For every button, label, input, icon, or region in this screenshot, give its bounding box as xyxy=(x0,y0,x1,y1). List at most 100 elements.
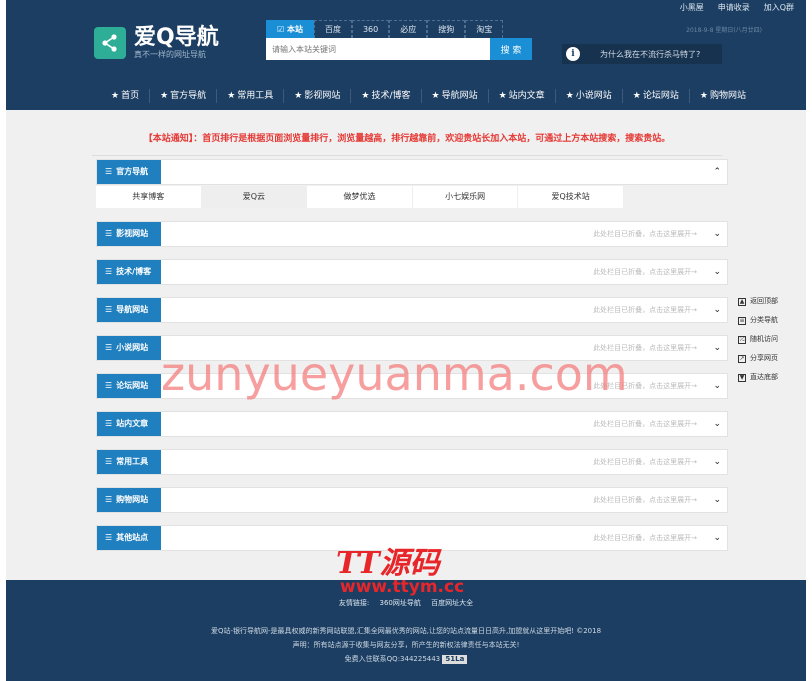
nav-item-directory[interactable]: ★ 导航网站 xyxy=(422,89,489,103)
section-official[interactable]: ☰ 官方导航 ⌃ xyxy=(96,159,728,185)
section-video[interactable]: ☰ 影视网站 此处栏目已折叠，点击这里展开→ ⌄ xyxy=(96,221,728,247)
friend-links-label: 友情链接: xyxy=(338,599,370,607)
collapsed-hint: 此处栏目已折叠，点击这里展开→ xyxy=(593,306,697,314)
section-label: ☰ 购物网站 xyxy=(97,488,161,512)
star-icon: ★ xyxy=(294,91,303,101)
search-tab-taobao[interactable]: 淘宝 xyxy=(465,20,504,38)
chevron-down-icon[interactable]: ⌄ xyxy=(713,488,721,512)
list-icon: ☰ xyxy=(105,229,113,238)
collapsed-hint: 此处栏目已折叠，点击这里展开→ xyxy=(593,420,697,428)
topbar-link-blacklist[interactable]: 小黑屋 xyxy=(680,2,704,13)
friend-link[interactable]: 360网址导航 xyxy=(379,599,420,607)
section-directory[interactable]: ☰ 导航网站 此处栏目已折叠，点击这里展开→ ⌄ xyxy=(96,297,728,323)
footer-copyright: 爱Q站-银行导航网-是最具权威的新秀网站联盟,汇集全网最优秀的网站,让您的站点流… xyxy=(6,624,806,666)
watermark: zunyueyuanma.com xyxy=(161,347,628,401)
nav-item-forums[interactable]: ★ 论坛网站 xyxy=(623,89,690,103)
share-icon xyxy=(94,27,126,59)
site-link[interactable]: 做梦优选 xyxy=(307,186,413,208)
share-icon: ↗ xyxy=(738,354,746,363)
section-label: ☰ 导航网站 xyxy=(97,298,161,322)
topbar: 小黑屋 申请收录 加入Q群 xyxy=(680,2,794,13)
search-engine-tabs: ☑ 本站 百度 360 必应 搜狗 淘宝 xyxy=(266,20,536,38)
search-input[interactable] xyxy=(266,38,490,60)
search-box: ☑ 本站 百度 360 必应 搜狗 淘宝 搜 索 xyxy=(266,20,536,60)
section-label: ☰ 官方导航 xyxy=(97,160,161,184)
date-text: 2018-9-8 星期日(八月廿四) xyxy=(686,27,762,34)
nav-item-official[interactable]: ★ 官方导航 xyxy=(150,89,218,103)
main-nav: ★ 首页 ★ 官方导航 ★ 常用工具 ★ 影视网站 ★ 技术/博客 ★ 导航网站 ★ 站内文章… xyxy=(101,89,756,103)
contact-line: 免费入住联系QQ:344225443 51La xyxy=(6,652,806,666)
notice-text: 【本站通知】：首页排行是根据页面浏览量排行，浏览量越高，排行越靠前，欢迎贵站长加… xyxy=(143,134,671,144)
list-icon: ☰ xyxy=(105,457,113,466)
chevron-down-icon[interactable]: ⌄ xyxy=(713,526,721,550)
topbar-link-qgroup[interactable]: 加入Q群 xyxy=(764,2,794,13)
section-label: ☰ 常用工具 xyxy=(97,450,161,474)
section-tools[interactable]: ☰ 常用工具 此处栏目已折叠，点击这里展开→ ⌄ xyxy=(96,449,728,475)
logo[interactable]: 爱Q导航 真不一样的网址导航 xyxy=(94,26,219,60)
topbar-link-apply[interactable]: 申请收录 xyxy=(718,2,750,13)
logo-subtitle: 真不一样的网址导航 xyxy=(134,50,206,59)
site-link[interactable]: 共享博客 xyxy=(96,186,202,208)
section-tech[interactable]: ☰ 技术/博客 此处栏目已折叠，点击这里展开→ ⌄ xyxy=(96,259,728,285)
site-link[interactable]: 爱Q云 xyxy=(201,186,308,208)
random-visit-button[interactable]: ⤮ 随机访问 xyxy=(738,330,778,349)
chevron-down-icon[interactable]: ⌄ xyxy=(713,412,721,436)
section-shopping[interactable]: ☰ 购物网站 此处栏目已折叠，点击这里展开→ ⌄ xyxy=(96,487,728,513)
search-tab-360[interactable]: 360 xyxy=(351,20,390,38)
list-icon: ☰ xyxy=(105,495,113,504)
chevron-down-icon[interactable]: ⌄ xyxy=(713,450,721,474)
section-label: ☰ 技术/博客 xyxy=(97,260,161,284)
side-toolbar: ▲ 返回顶部 ≡ 分类导航 ⤮ 随机访问 ↗ 分享网页 ▼ 直达底部 xyxy=(738,292,778,387)
star-icon: ★ xyxy=(111,91,120,101)
share-page-button[interactable]: ↗ 分享网页 xyxy=(738,349,778,368)
friend-link[interactable]: 百度网址大全 xyxy=(431,599,473,607)
list-icon: ☰ xyxy=(105,419,113,428)
nav-item-shopping[interactable]: ★ 购物网站 xyxy=(690,89,756,103)
star-icon: ★ xyxy=(227,91,236,101)
official-links: 共享博客 爱Q云 做梦优选 小七娱乐网 爱Q技术站 xyxy=(96,186,624,208)
search-tab-site[interactable]: ☑ 本站 xyxy=(266,20,314,38)
list-icon: ☰ xyxy=(105,305,113,314)
go-bottom-button[interactable]: ▼ 直达底部 xyxy=(738,368,778,387)
nav-item-tools[interactable]: ★ 常用工具 xyxy=(217,89,285,103)
nav-item-video[interactable]: ★ 影视网站 xyxy=(284,89,352,103)
collapsed-hint: 此处栏目已折叠，点击这里展开→ xyxy=(593,458,697,466)
chevron-down-icon[interactable]: ⌄ xyxy=(713,298,721,322)
chevron-down-icon[interactable]: ⌄ xyxy=(713,222,721,246)
chevron-up-icon[interactable]: ⌃ xyxy=(713,160,721,184)
logo-title: 爱Q导航 xyxy=(134,25,219,50)
chevron-down-icon[interactable]: ⌄ xyxy=(713,336,721,360)
search-button[interactable]: 搜 索 xyxy=(490,38,532,60)
star-icon: ★ xyxy=(565,91,574,101)
notice-bar: 【本站通知】：首页排行是根据页面浏览量排行，浏览量越高，排行越靠前，欢迎贵站长加… xyxy=(92,124,722,156)
list-icon: ☰ xyxy=(105,533,113,542)
info-icon: i xyxy=(566,47,580,61)
star-icon: ★ xyxy=(632,91,641,101)
site-link[interactable]: 爱Q技术站 xyxy=(518,186,624,208)
stats-badge[interactable]: 51La xyxy=(442,655,468,664)
category-nav-button[interactable]: ≡ 分类导航 xyxy=(738,311,778,330)
collapsed-hint: 此处栏目已折叠，点击这里展开→ xyxy=(593,230,697,238)
chevron-down-icon[interactable]: ⌄ xyxy=(713,260,721,284)
site-link[interactable]: 小七娱乐网 xyxy=(413,186,519,208)
section-articles[interactable]: ☰ 站内文章 此处栏目已折叠，点击这里展开→ ⌄ xyxy=(96,411,728,437)
star-icon: ★ xyxy=(699,91,708,101)
nav-item-tech[interactable]: ★ 技术/博客 xyxy=(351,89,422,103)
back-to-top-button[interactable]: ▲ 返回顶部 xyxy=(738,292,778,311)
nav-item-home[interactable]: ★ 首页 xyxy=(101,89,151,103)
chevron-down-icon[interactable]: ⌄ xyxy=(713,374,721,398)
search-tab-sogou[interactable]: 搜狗 xyxy=(427,20,466,38)
search-tab-baidu[interactable]: 百度 xyxy=(313,20,352,38)
arrow-down-icon: ▼ xyxy=(738,373,746,382)
tip-bar[interactable]: i 为什么我在不流行杀马特了? xyxy=(562,44,722,64)
star-icon: ★ xyxy=(361,91,370,101)
disclaimer-text: 声明：所有站点源于收集与网友分享，所产生的新权法律责任与本站无关! xyxy=(292,641,520,649)
nav-item-novels[interactable]: ★ 小说网站 xyxy=(556,89,623,103)
list-icon: ☰ xyxy=(105,381,113,390)
list-icon: ≡ xyxy=(738,316,746,325)
search-tab-bing[interactable]: 必应 xyxy=(389,20,428,38)
section-label: ☰ 站内文章 xyxy=(97,412,161,436)
arrow-up-icon: ▲ xyxy=(738,297,746,306)
nav-item-articles[interactable]: ★ 站内文章 xyxy=(489,89,556,103)
star-icon: ★ xyxy=(431,91,440,101)
